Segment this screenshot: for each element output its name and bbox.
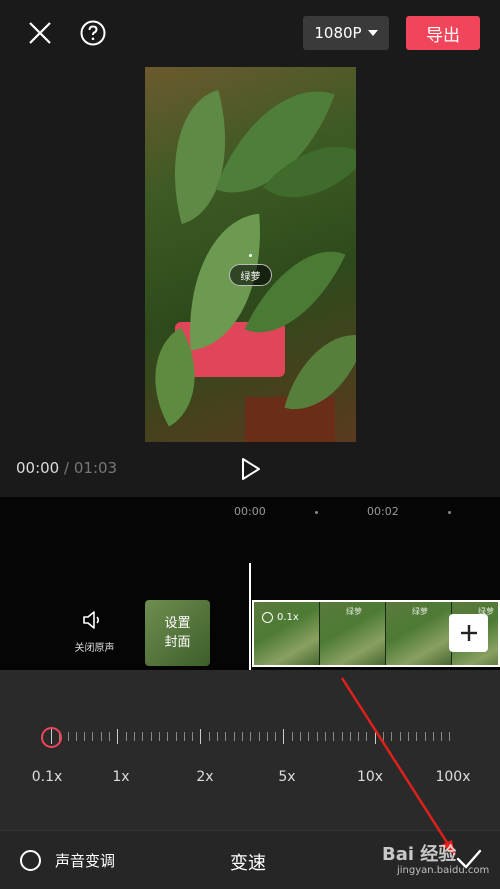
speed-label[interactable]: 1x: [96, 769, 146, 785]
speed-tick: [151, 732, 152, 741]
total-time: 01:03: [73, 459, 118, 477]
playhead[interactable]: [249, 563, 251, 670]
voice-change-radio[interactable]: [20, 850, 41, 871]
speed-tick: [391, 732, 392, 741]
speed-tick: [68, 732, 69, 741]
clip-speed-value: 0.1x: [277, 612, 299, 623]
speed-tick: [192, 732, 193, 741]
speed-tick: [167, 732, 168, 741]
speed-label[interactable]: 5x: [262, 769, 312, 785]
speaker-icon[interactable]: [82, 610, 104, 630]
video-preview[interactable]: 绿萝: [145, 67, 356, 442]
speed-tick: [408, 732, 409, 741]
resolution-button[interactable]: 1080P: [303, 16, 389, 50]
set-cover-line1: 设置: [164, 616, 191, 631]
clip-frame: 绿萝: [386, 602, 452, 665]
speed-label[interactable]: 0.1x: [22, 769, 72, 785]
speed-panel: [0, 670, 500, 830]
speed-tick-major: [283, 729, 284, 744]
speed-tick: [176, 732, 177, 741]
speed-tick: [259, 732, 260, 741]
speed-tick: [317, 732, 318, 741]
panel-title: 变速: [230, 853, 266, 874]
set-cover-button[interactable]: 设置 封面: [145, 600, 210, 666]
ruler-dot: [448, 511, 451, 514]
speed-tick: [126, 732, 127, 741]
clip-frame-tag: 绿萝: [412, 607, 428, 616]
sticker-anchor-dot: [249, 254, 252, 257]
clip-speed-badge: 0.1x: [262, 612, 299, 623]
speed-tick: [342, 732, 343, 741]
speed-tick: [209, 732, 210, 741]
speed-tick: [225, 732, 226, 741]
speed-tick-major: [200, 729, 201, 744]
speed-tick: [383, 732, 384, 741]
speed-tick: [325, 732, 326, 741]
speed-tick: [92, 732, 93, 741]
baidu-watermark: Bai 经验: [382, 844, 457, 865]
speed-tick: [300, 732, 301, 741]
ruler-dot: [315, 511, 318, 514]
add-clip-button[interactable]: [449, 614, 488, 652]
time-display: 00:00 / 01:03: [16, 459, 117, 477]
clip-frame-tag: 绿萝: [346, 607, 362, 616]
speed-slider-knob[interactable]: [41, 727, 62, 748]
set-cover-label: 设置 封面: [145, 614, 210, 652]
export-button[interactable]: 导出: [406, 16, 480, 50]
speed-tick: [441, 732, 442, 741]
baidu-watermark-url: jingyan.baidu.com: [397, 865, 490, 876]
speed-tick: [184, 732, 185, 741]
speed-tick-major: [375, 729, 376, 744]
ruler-label: 00:00: [234, 505, 266, 518]
speed-tick: [333, 732, 334, 741]
current-time: 00:00: [16, 459, 60, 477]
speed-tick: [101, 732, 102, 741]
speed-tick: [433, 732, 434, 741]
speed-tick: [275, 732, 276, 741]
speed-tick: [416, 732, 417, 741]
resolution-label: 1080P: [314, 24, 362, 42]
speed-tick: [267, 732, 268, 741]
caret-down-icon: [367, 30, 378, 36]
speed-tick: [142, 732, 143, 741]
text-sticker[interactable]: 绿萝: [229, 264, 272, 286]
help-icon[interactable]: [80, 20, 106, 46]
speed-tick: [134, 732, 135, 741]
speed-tick: [308, 732, 309, 741]
play-icon[interactable]: [240, 457, 262, 481]
ruler-label: 00:02: [367, 505, 399, 518]
speed-tick: [292, 732, 293, 741]
speed-tick: [350, 732, 351, 741]
speed-tick: [400, 732, 401, 741]
speed-label[interactable]: 100x: [428, 769, 478, 785]
speed-tick: [425, 732, 426, 741]
speed-tick: [358, 732, 359, 741]
speed-tick: [366, 732, 367, 741]
speed-tick: [234, 732, 235, 741]
time-separator: /: [64, 459, 70, 477]
speed-tick: [109, 732, 110, 741]
speed-tick: [217, 732, 218, 741]
speed-icon: [262, 612, 273, 623]
speed-label[interactable]: 2x: [180, 769, 230, 785]
plus-icon: [460, 625, 477, 641]
mute-original-audio-label[interactable]: 关闭原声: [67, 639, 122, 654]
speed-tick: [159, 732, 160, 741]
speed-tick: [84, 732, 85, 741]
speed-tick: [449, 732, 450, 741]
voice-change-label[interactable]: 声音变调: [55, 850, 115, 871]
set-cover-line2: 封面: [164, 635, 191, 650]
speed-tick-major: [117, 729, 118, 744]
speed-tick: [250, 732, 251, 741]
clip-frame: 绿萝: [320, 602, 386, 665]
speed-tick: [76, 732, 77, 741]
close-icon[interactable]: [27, 20, 53, 46]
speed-tick: [242, 732, 243, 741]
speed-label[interactable]: 10x: [345, 769, 395, 785]
